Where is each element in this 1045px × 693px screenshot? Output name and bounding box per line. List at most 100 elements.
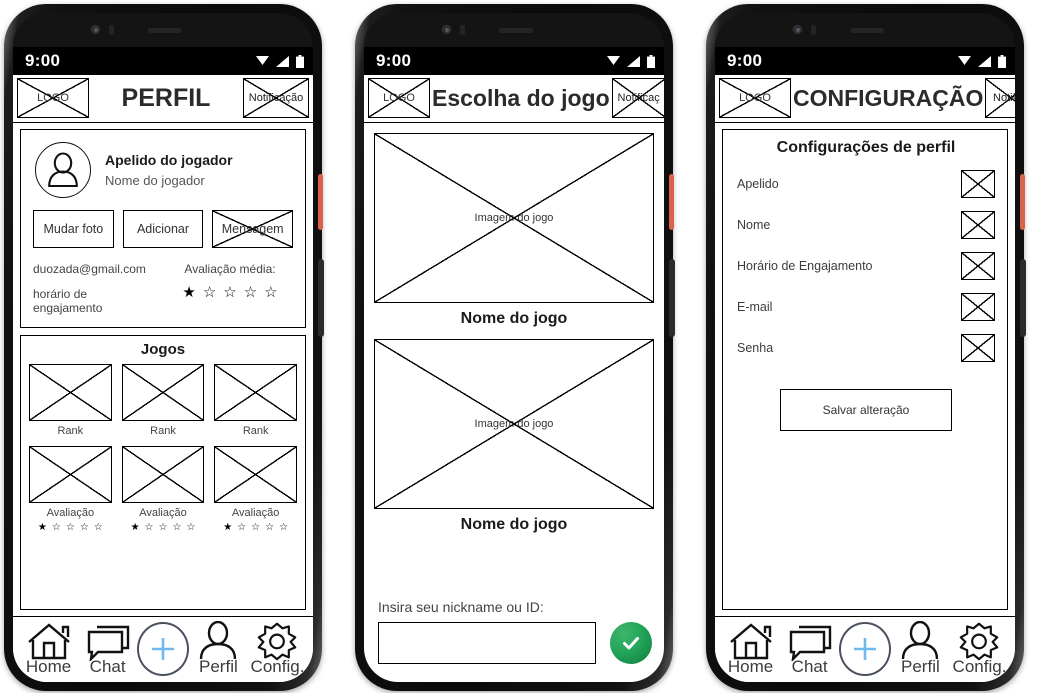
nav-item-chat[interactable]: Chat — [780, 621, 839, 677]
power-button-1[interactable] — [318, 174, 323, 230]
game-name: Nome do jogo — [460, 310, 568, 327]
power-button-2[interactable] — [669, 174, 674, 230]
star[interactable]: ☆ — [80, 523, 89, 533]
logo-label: LOGO — [37, 92, 69, 104]
game-entry[interactable]: Imagem do jogo Nome do jogo — [374, 133, 654, 337]
star[interactable]: ☆ — [172, 523, 181, 533]
setting-field-placeholder[interactable] — [961, 252, 995, 280]
volume-button-3[interactable] — [1020, 259, 1026, 337]
game-rating-stars[interactable]: ★ ☆ ☆ ☆ ☆ — [131, 523, 196, 533]
star[interactable]: ★ — [182, 285, 195, 300]
setting-field-placeholder[interactable] — [961, 211, 995, 239]
game-thumbnail[interactable] — [214, 364, 297, 421]
nav-item-config[interactable]: Config. — [950, 621, 1009, 677]
setting-row-horario[interactable]: Horário de Engajamento — [737, 252, 995, 280]
setting-row-nome[interactable]: Nome — [737, 211, 995, 239]
add-friend-button[interactable]: Adicionar — [122, 210, 204, 248]
profile-email: duozada@gmail.com — [33, 262, 146, 276]
game-thumbnail[interactable] — [214, 446, 297, 503]
confirm-button[interactable] — [610, 622, 652, 664]
nav-item-perfil[interactable]: Perfil — [891, 621, 950, 677]
game-thumbnail[interactable] — [29, 446, 112, 503]
game-thumbnail[interactable] — [121, 446, 205, 503]
star[interactable]: ☆ — [52, 523, 61, 533]
change-photo-button[interactable]: Mudar foto — [33, 210, 114, 248]
nav-item-home[interactable]: Home — [721, 621, 780, 677]
setting-row-senha[interactable]: Senha — [737, 334, 995, 362]
nav-label-perfil: Perfil — [199, 657, 238, 676]
game-image-placeholder[interactable]: Imagem do jogo — [374, 339, 654, 509]
message-button[interactable]: Mensagem — [212, 210, 294, 248]
game-cell[interactable]: Avaliação ★ ☆ ☆ ☆ ☆ — [214, 446, 297, 533]
star[interactable]: ☆ — [237, 523, 246, 533]
game-rating-stars[interactable]: ★ ☆ ☆ ☆ ☆ — [38, 523, 103, 533]
game-cell[interactable]: Rank — [29, 364, 112, 437]
game-cell[interactable]: Rank — [121, 364, 205, 437]
add-button[interactable] — [839, 622, 891, 676]
game-cell[interactable]: Avaliação ★ ☆ ☆ ☆ ☆ — [121, 446, 205, 533]
setting-field-placeholder[interactable] — [961, 334, 995, 362]
star[interactable]: ☆ — [279, 523, 288, 533]
logo-placeholder-1[interactable]: LOGO — [17, 78, 89, 118]
star[interactable]: ☆ — [145, 523, 154, 533]
nav-item-perfil[interactable]: Perfil — [189, 621, 248, 677]
nav-item-chat[interactable]: Chat — [78, 621, 137, 677]
game-thumbnail[interactable] — [121, 364, 205, 421]
game-rating-stars[interactable]: ★ ☆ ☆ ☆ ☆ — [223, 523, 288, 533]
status-time: 9:00 — [25, 51, 61, 70]
nav-label-chat: Chat — [791, 657, 828, 676]
star[interactable]: ★ — [131, 523, 140, 533]
phone-bezel-top-1 — [13, 13, 313, 47]
setting-row-apelido[interactable]: Apelido — [737, 170, 995, 198]
nickname-input[interactable] — [378, 622, 596, 664]
setting-field-placeholder[interactable] — [961, 170, 995, 198]
profile-meta: duozada@gmail.com horário de engajamento… — [21, 260, 305, 327]
notification-button-2[interactable]: Notificaç — [611, 78, 664, 118]
logo-placeholder-2[interactable]: LOGO — [368, 78, 430, 118]
logo-label: LOGO — [739, 92, 771, 104]
volume-button-1[interactable] — [318, 259, 324, 337]
perfil-content: Apelido do jogador Nome do jogador Mudar… — [13, 123, 313, 616]
game-cell[interactable]: Avaliação ★ ☆ ☆ ☆ ☆ — [29, 446, 112, 533]
nav-label-chat: Chat — [89, 657, 126, 676]
logo-placeholder-3[interactable]: LOGO — [719, 78, 791, 118]
nav-item-home[interactable]: Home — [19, 621, 78, 677]
star[interactable]: ☆ — [244, 285, 257, 300]
escolha-content: Imagem do jogo Nome do jogo Imagem do jo… — [364, 123, 664, 682]
game-cell[interactable]: Rank — [214, 364, 297, 437]
power-button-3[interactable] — [1020, 174, 1025, 230]
game-image-placeholder[interactable]: Imagem do jogo — [374, 133, 654, 303]
star[interactable]: ★ — [38, 523, 47, 533]
plus-icon — [152, 638, 175, 660]
star[interactable]: ☆ — [186, 523, 195, 533]
setting-row-email[interactable]: E-mail — [737, 293, 995, 321]
notification-button-1[interactable]: Notificação — [243, 78, 309, 118]
avatar[interactable] — [35, 142, 91, 198]
star[interactable]: ☆ — [66, 523, 75, 533]
profile-actions: Mudar foto Adicionar Mensagem — [21, 208, 305, 260]
star[interactable]: ☆ — [203, 285, 216, 300]
game-thumbnail[interactable] — [29, 364, 112, 421]
star[interactable]: ☆ — [264, 285, 277, 300]
person-icon — [902, 621, 939, 660]
nickname-area: Insira seu nickname ou ID: — [374, 591, 654, 674]
star[interactable]: ☆ — [223, 285, 236, 300]
star[interactable]: ☆ — [94, 523, 103, 533]
notification-button-3[interactable]: Notifica — [985, 78, 1015, 118]
game-entry[interactable]: Imagem do jogo Nome do jogo — [374, 339, 654, 543]
phone-frame-configuracao: 9:00 LOGO CONFIGURAÇÃO Notifica Configur… — [706, 4, 1026, 691]
star[interactable]: ★ — [223, 523, 232, 533]
setting-field-placeholder[interactable] — [961, 293, 995, 321]
star[interactable]: ☆ — [251, 523, 260, 533]
volume-button-2[interactable] — [669, 259, 675, 337]
star[interactable]: ☆ — [265, 523, 274, 533]
rating-stars[interactable]: ★ ☆ ☆ ☆ ☆ — [182, 285, 277, 300]
status-bar-1: 9:00 — [13, 47, 313, 75]
save-changes-button[interactable]: Salvar alteração — [780, 389, 952, 431]
wireframe-stage: 9:00 LOGO PERFIL Notificação Apelido do … — [0, 0, 1045, 693]
nav-item-config[interactable]: Config. — [248, 621, 307, 677]
configuracao-content: Configurações de perfil Apelido Nome Hor… — [715, 123, 1015, 616]
star[interactable]: ☆ — [159, 523, 168, 533]
add-button[interactable] — [137, 622, 189, 676]
profile-nickname: Apelido do jogador — [105, 152, 233, 168]
